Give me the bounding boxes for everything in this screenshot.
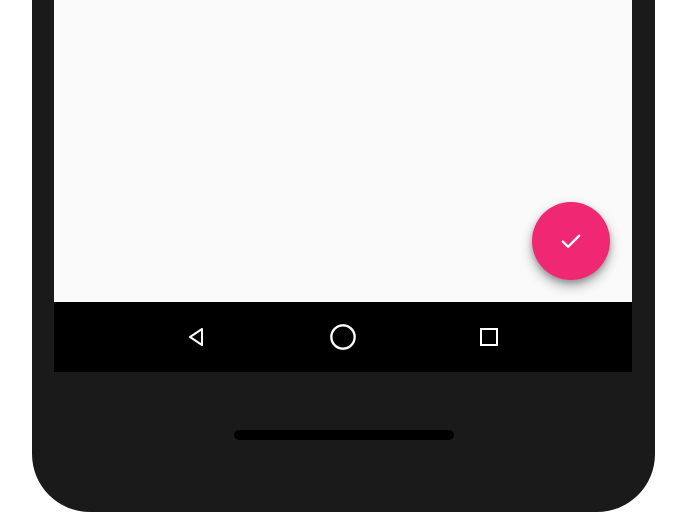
nav-back-button[interactable] [177, 317, 217, 357]
android-navigation-bar [54, 302, 632, 372]
recent-square-icon [477, 325, 501, 349]
phone-screen [54, 0, 632, 372]
app-content-area [54, 0, 632, 302]
phone-frame-right [632, 0, 655, 372]
phone-frame-left [32, 0, 54, 372]
nav-home-button[interactable] [323, 317, 363, 357]
back-triangle-icon [185, 325, 209, 349]
home-circle-icon [329, 323, 357, 351]
phone-speaker-slot [234, 430, 454, 440]
phone-frame-bottom [32, 372, 655, 512]
check-icon [557, 227, 585, 255]
fab-confirm-button[interactable] [532, 202, 610, 280]
nav-recent-button[interactable] [469, 317, 509, 357]
